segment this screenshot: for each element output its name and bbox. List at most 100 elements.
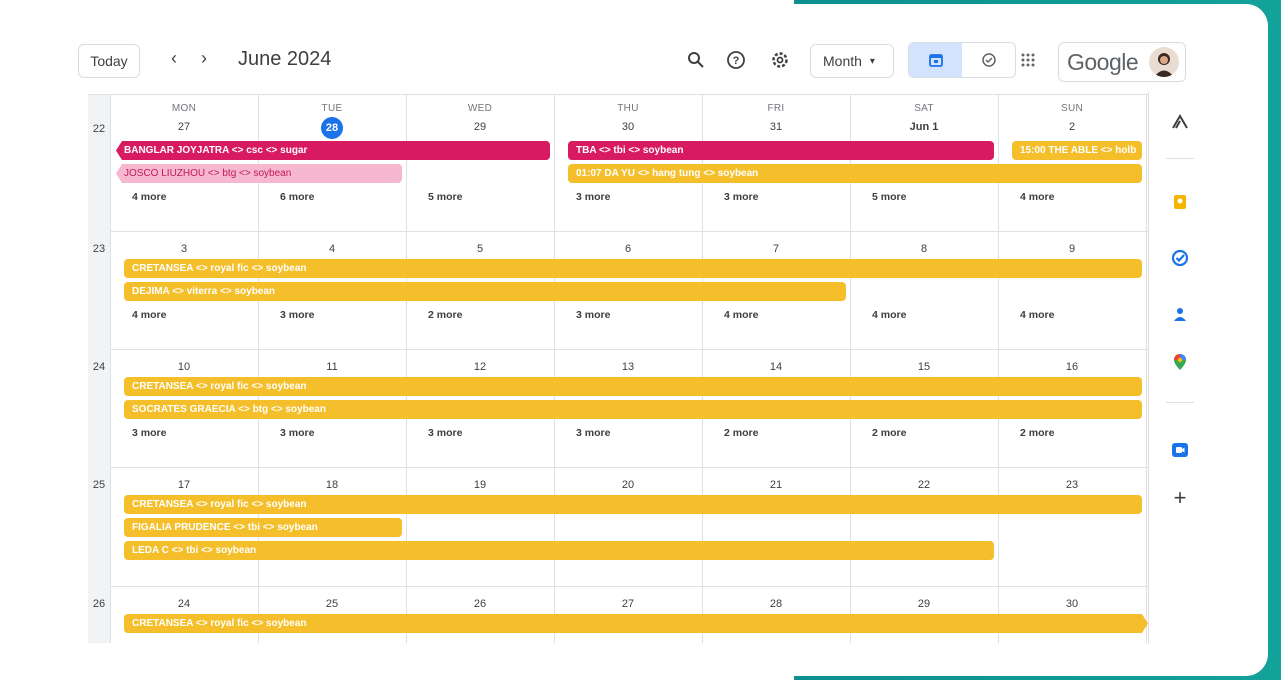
view-toggle: [908, 42, 1016, 78]
calendar-event[interactable]: CRETANSEA <> royal fic <> soybean: [124, 259, 1142, 278]
more-events-link[interactable]: 4 more: [872, 309, 906, 321]
tasks-icon[interactable]: [1168, 246, 1192, 270]
view-select-label: Month: [823, 53, 862, 69]
day-number[interactable]: 7: [702, 243, 850, 255]
more-events-link[interactable]: 4 more: [132, 309, 166, 321]
day-number[interactable]: 17: [110, 479, 258, 491]
more-events-link[interactable]: 2 more: [428, 309, 462, 321]
calendar-event[interactable]: LEDA C <> tbi <> soybean: [124, 541, 994, 560]
calendar-event[interactable]: CRETANSEA <> royal fic <> soybean: [124, 614, 1148, 633]
day-number[interactable]: 30: [554, 121, 702, 133]
more-events-link[interactable]: 3 more: [576, 427, 610, 439]
meet-icon[interactable]: [1168, 438, 1192, 462]
day-number[interactable]: 20: [554, 479, 702, 491]
calendar-event[interactable]: DEJIMA <> viterra <> soybean: [124, 282, 846, 301]
calendar-event[interactable]: SOCRATES GRAECIA <> btg <> soybean: [124, 400, 1142, 419]
more-events-link[interactable]: 5 more: [872, 191, 906, 203]
more-events-link[interactable]: 5 more: [428, 191, 462, 203]
day-number[interactable]: 4: [258, 243, 406, 255]
day-number[interactable]: 12: [406, 361, 554, 373]
side-divider: [1166, 158, 1194, 159]
contacts-icon[interactable]: [1168, 302, 1192, 326]
more-events-link[interactable]: 3 more: [724, 191, 758, 203]
day-number[interactable]: 11: [258, 361, 406, 373]
more-events-link[interactable]: 4 more: [1020, 309, 1054, 321]
day-number[interactable]: 23: [998, 479, 1146, 491]
more-events-link[interactable]: 3 more: [576, 309, 610, 321]
week-number: 25: [92, 479, 106, 491]
day-number[interactable]: 29: [850, 598, 998, 610]
more-events-link[interactable]: 3 more: [280, 427, 314, 439]
more-events-link[interactable]: 4 more: [132, 191, 166, 203]
workspace-icon[interactable]: [1168, 110, 1192, 134]
calendar-event[interactable]: 15:00 THE ABLE <> holb: [1012, 141, 1142, 160]
day-number[interactable]: 28: [702, 598, 850, 610]
day-number[interactable]: 13: [554, 361, 702, 373]
day-of-week-label: MON: [171, 103, 197, 114]
view-select[interactable]: Month ▾: [810, 44, 894, 78]
day-number[interactable]: 10: [110, 361, 258, 373]
day-number[interactable]: 21: [702, 479, 850, 491]
more-events-link[interactable]: 2 more: [872, 427, 906, 439]
check-circle-icon: [981, 53, 996, 67]
calendar-event[interactable]: 01:07 DA YU <> hang tung <> soybean: [568, 164, 1142, 183]
day-number[interactable]: 31: [702, 121, 850, 133]
day-number[interactable]: 19: [406, 479, 554, 491]
more-events-link[interactable]: 4 more: [724, 309, 758, 321]
calendar-view-button[interactable]: [909, 43, 962, 77]
day-number[interactable]: 30: [998, 598, 1146, 610]
day-number[interactable]: 22: [850, 479, 998, 491]
day-number[interactable]: Jun 1: [850, 121, 998, 133]
more-events-link[interactable]: 3 more: [132, 427, 166, 439]
day-number[interactable]: 9: [998, 243, 1146, 255]
week-number: 24: [92, 361, 106, 373]
keep-icon[interactable]: [1168, 190, 1192, 214]
more-events-link[interactable]: 2 more: [1020, 427, 1054, 439]
more-events-link[interactable]: 3 more: [576, 191, 610, 203]
chevron-left-icon[interactable]: ‹: [164, 48, 184, 69]
day-number[interactable]: 27: [110, 121, 258, 133]
day-number[interactable]: 26: [406, 598, 554, 610]
month-title: June 2024: [238, 48, 332, 70]
day-number[interactable]: 2: [998, 121, 1146, 133]
help-icon[interactable]: ?: [724, 48, 748, 72]
calendar-event[interactable]: BANGLAR JOYJATRA <> csc <> sugar: [116, 141, 550, 160]
day-number[interactable]: 29: [406, 121, 554, 133]
apps-grid-icon[interactable]: [1016, 48, 1040, 72]
maps-icon[interactable]: [1168, 350, 1192, 374]
day-number[interactable]: 25: [258, 598, 406, 610]
day-number[interactable]: 3: [110, 243, 258, 255]
more-events-link[interactable]: 4 more: [1020, 191, 1054, 203]
calendar-event[interactable]: FIGALIA PRUDENCE <> tbi <> soybean: [124, 518, 402, 537]
add-icon[interactable]: +: [1168, 485, 1192, 510]
today-marker[interactable]: 28: [321, 117, 343, 139]
day-number[interactable]: 14: [702, 361, 850, 373]
day-number[interactable]: 6: [554, 243, 702, 255]
day-number[interactable]: 5: [406, 243, 554, 255]
more-events-link[interactable]: 3 more: [428, 427, 462, 439]
account-box[interactable]: Google: [1058, 42, 1186, 82]
day-of-week-label: SUN: [1060, 103, 1083, 114]
day-number[interactable]: 28: [258, 117, 406, 139]
calendar-icon: [928, 54, 943, 67]
svg-text:?: ?: [733, 55, 740, 67]
calendar-event[interactable]: CRETANSEA <> royal fic <> soybean: [124, 377, 1142, 396]
day-number[interactable]: 15: [850, 361, 998, 373]
calendar-event[interactable]: TBA <> tbi <> soybean: [568, 141, 994, 160]
more-events-link[interactable]: 6 more: [280, 191, 314, 203]
day-number[interactable]: 16: [998, 361, 1146, 373]
day-number[interactable]: 8: [850, 243, 998, 255]
calendar-event[interactable]: CRETANSEA <> royal fic <> soybean: [124, 495, 1142, 514]
avatar[interactable]: [1149, 47, 1179, 77]
day-number[interactable]: 24: [110, 598, 258, 610]
more-events-link[interactable]: 3 more: [280, 309, 314, 321]
search-icon[interactable]: [684, 48, 708, 72]
calendar-event[interactable]: JOSCO LIUZHOU <> btg <> soybean: [116, 164, 402, 183]
settings-icon[interactable]: [768, 48, 792, 72]
day-number[interactable]: 27: [554, 598, 702, 610]
more-events-link[interactable]: 2 more: [724, 427, 758, 439]
tasks-view-button[interactable]: [962, 43, 1015, 77]
chevron-right-icon[interactable]: ›: [194, 48, 214, 69]
day-number[interactable]: 18: [258, 479, 406, 491]
today-button[interactable]: Today: [78, 44, 140, 78]
